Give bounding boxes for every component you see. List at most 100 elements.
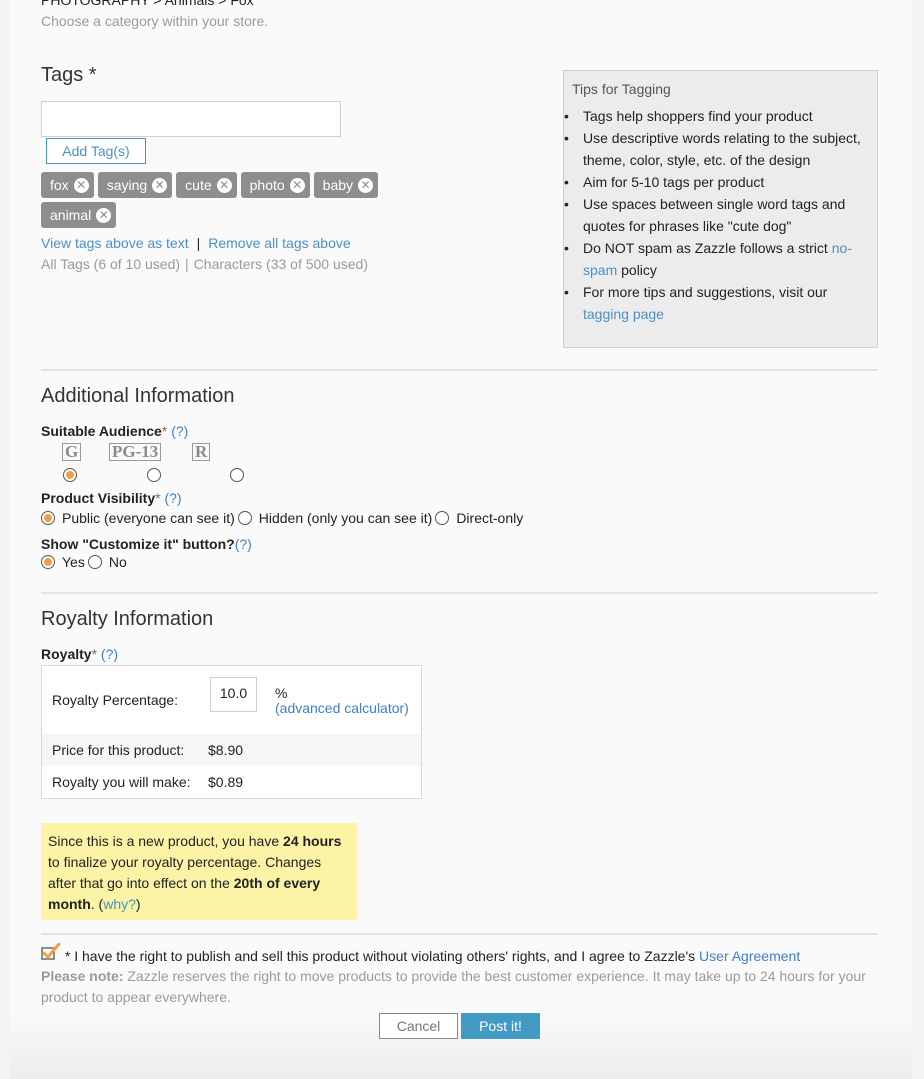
audience-label-text: Suitable Audience [41,423,162,439]
remove-tag-icon[interactable]: ✕ [289,177,305,193]
tag-label: fox [50,177,69,193]
royalty-earn-value: $0.89 [208,774,244,790]
rating-g-badge: G [62,443,82,461]
tag-chip: baby ✕ [313,172,379,198]
tip-item: Use spaces between single word tags and … [564,193,869,237]
required-marker: * [155,490,161,506]
tag-chip: animal ✕ [41,202,117,228]
price-row: Price for this product: $8.90 [42,734,421,766]
tag-chip: cute ✕ [176,172,237,198]
tip-text: Use descriptive words relating to the su… [583,130,861,168]
tag-chip: fox ✕ [41,172,94,198]
tips-box: Tips for Tagging Tags help shoppers find… [563,70,878,348]
royalty-percentage-row: Royalty Percentage: 10.0 % (advanced cal… [42,666,421,734]
tip-item: Do NOT spam as Zazzle follows a strict n… [564,237,869,281]
checkbox-checked-icon [41,943,61,960]
agreement-text: * I have the right to publish and sell t… [64,948,700,964]
tip-text: For more tips and suggestions, visit our [583,284,828,300]
tip-text: Use spaces between single word tags and … [583,196,846,234]
visibility-radio-hidden[interactable] [237,511,252,525]
royalty-percentage-label: Royalty Percentage: [52,692,179,708]
tag-chip: saying ✕ [97,172,173,198]
section-divider [41,933,878,935]
tag-count: All Tags (6 of 10 used) [41,256,181,272]
link-separator: | [196,235,201,251]
price-value: $8.90 [208,742,244,758]
remove-tag-icon[interactable]: ✕ [96,207,112,223]
tip-item: For more tips and suggestions, visit our… [564,281,869,325]
customize-option-no[interactable]: No [109,554,127,570]
tagging-page-link[interactable]: tagging page [583,306,664,322]
customize-label-text: Show "Customize it" button? [41,536,235,552]
royalty-label: Royalty* (?) [41,646,118,662]
notice-text: . ( [90,896,104,912]
visibility-option-direct[interactable]: Direct-only [456,510,523,526]
add-tags-button[interactable]: Add Tag(s) [46,138,146,164]
tag-counts: All Tags (6 of 10 used) | Characters (33 o… [41,256,368,272]
remove-tag-icon[interactable]: ✕ [216,177,232,193]
visibility-label-text: Product Visibility [41,490,156,506]
tip-item: Tags help shoppers find your product [564,105,869,127]
visibility-option-public[interactable]: Public (everyone can see it) [62,510,235,526]
visibility-option-hidden[interactable]: Hidden (only you can see it) [259,510,433,526]
customize-label: Show "Customize it" button?(?) [41,536,252,552]
notice-emphasis: 24 hours [283,833,342,849]
tag-label: baby [322,177,354,193]
remove-tag-icon[interactable]: ✕ [358,177,374,193]
category-breadcrumb: PHOTOGRAPHY > Animals > Fox [41,0,254,8]
remove-all-tags-link[interactable]: Remove all tags above [208,235,350,251]
royalty-info-heading: Royalty Information [41,608,214,630]
advanced-calculator-link[interactable]: (advanced calculator) [275,700,409,716]
audience-radio-r[interactable] [229,468,244,483]
character-count: Characters (33 of 500 used) [193,256,369,272]
tag-input[interactable] [41,101,341,137]
notice-text: Since this is a new product, you have [48,833,284,849]
audience-help-link[interactable]: (?) [171,423,188,439]
tip-item: Use descriptive words relating to the su… [564,127,869,171]
visibility-radio-direct[interactable] [435,511,450,525]
note-text: Zazzle reserves the right to move produc… [41,968,866,1005]
tag-chip: photo ✕ [240,172,310,198]
post-button[interactable]: Post it! [461,1013,540,1039]
visibility-label: Product Visibility* (?) [41,490,182,506]
note-label: Please note: [41,968,124,984]
remove-tag-icon[interactable]: ✕ [152,177,168,193]
tag-links: View tags above as text | Remove all tags … [41,235,351,251]
visibility-radio-public[interactable] [41,511,55,525]
why-link[interactable]: why? [103,896,136,912]
category-hint: Choose a category within your store. [41,13,269,29]
royalty-help-link[interactable]: (?) [101,646,118,662]
tips-title: Tips for Tagging [572,81,671,97]
agreement-row: * I have the right to publish and sell t… [41,943,881,964]
royalty-earn-row: Royalty you will make: $0.89 [42,766,421,798]
tag-label: animal [50,207,92,223]
royalty-notice: Since this is a new product, you have 24… [41,823,357,920]
tip-item: Aim for 5-10 tags per product [564,171,869,193]
count-separator: | [185,256,189,272]
tip-text: policy [617,262,657,278]
publish-note: Please note: Zazzle reserves the right t… [41,966,881,1008]
customize-help-link[interactable]: (?) [235,536,252,552]
tag-label: photo [249,177,285,193]
price-label: Price for this product: [52,742,185,758]
customize-option-yes[interactable]: Yes [62,554,85,570]
royalty-percentage-input[interactable]: 10.0 [210,677,257,712]
royalty-table: Royalty Percentage: 10.0 % (advanced cal… [41,665,422,799]
cancel-button[interactable]: Cancel [379,1013,458,1039]
user-agreement-link[interactable]: User Agreement [699,948,800,964]
agreement-checkbox[interactable] [41,943,61,963]
section-divider [41,369,878,371]
remove-tag-icon[interactable]: ✕ [73,177,89,193]
customize-radio-yes[interactable] [41,555,55,569]
tags-heading: Tags * [41,64,97,86]
customize-radio-no[interactable] [87,555,102,569]
additional-info-heading: Additional Information [41,385,235,407]
royalty-label-text: Royalty [41,646,92,662]
rating-pg13-badge: PG-13 [109,443,162,461]
visibility-help-link[interactable]: (?) [164,490,181,506]
tip-text: Tags help shoppers find your product [583,108,813,124]
tag-label: saying [106,177,148,193]
view-tags-as-text-link[interactable]: View tags above as text [41,235,189,251]
tips-list: Tags help shoppers find your product Use… [564,105,869,325]
rating-r-badge: R [192,443,211,461]
